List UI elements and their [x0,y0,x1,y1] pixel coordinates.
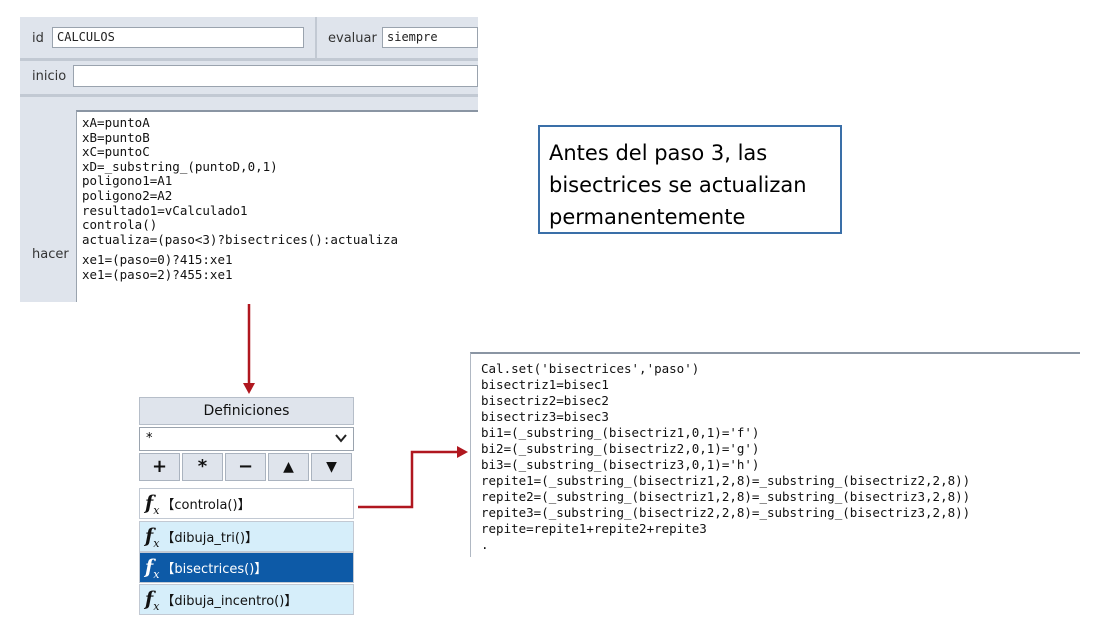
chevron-down-icon [335,432,347,446]
filter-value: * [146,431,153,446]
right-arrow-head [457,446,468,458]
definition-item-label: 【bisectrices()】 [161,562,268,577]
move-down-button[interactable]: ▼ [311,453,352,481]
definitions-filter-select[interactable]: * [139,427,354,451]
right-arrow-line [358,450,460,509]
function-icon: fx [145,525,160,550]
definitions-panel: Definiciones * + * − ▲ ▼ fx 【controla()】 … [138,395,356,620]
code-line: repite2=(_substring_(bisectriz1,2,8)=_su… [481,489,971,504]
function-icon: fx [145,556,160,581]
definition-item-label: 【dibuja_tri()】 [161,531,259,546]
copy-button[interactable]: * [182,453,223,481]
remove-button[interactable]: − [225,453,266,481]
add-button[interactable]: + [139,453,180,481]
definition-item-label: 【dibuja_incentro()】 [161,594,298,609]
definitions-toolbar: + * − ▲ ▼ [139,453,354,483]
code-line: bisectriz1=bisec1 [481,377,609,392]
code-line: bi1=(_substring_(bisectriz1,0,1)='f') [481,425,760,440]
code-line: bi3=(_substring_(bisectriz3,0,1)='h') [481,457,760,472]
definition-item-dibuja-incentro[interactable]: fx 【dibuja_incentro()】 [139,584,354,615]
definition-item-bisectrices[interactable]: fx 【bisectrices()】 [139,552,354,583]
code-line: repite3=(_substring_(bisectriz2,2,8)=_su… [481,505,971,520]
definition-item-dibuja-tri[interactable]: fx 【dibuja_tri()】 [139,521,354,552]
function-icon: fx [145,492,160,517]
code-line: . [481,537,489,552]
code-line: bi2=(_substring_(bisectriz2,0,1)='g') [481,441,760,456]
definition-item-controla[interactable]: fx 【controla()】 [139,488,354,519]
code-line: repite=repite1+repite2+repite3 [481,521,707,536]
code-line: bisectriz3=bisec3 [481,409,609,424]
down-arrow-head [243,383,255,394]
code-line: repite1=(_substring_(bisectriz1,2,8)=_su… [481,473,971,488]
function-code-editor[interactable]: Cal.set('bisectrices','paso') bisectriz1=… [470,352,1080,557]
code-line: Cal.set('bisectrices','paso') [481,361,700,376]
definition-item-label: 【controla()】 [161,498,251,513]
definitions-title: Definiciones [139,397,354,425]
function-icon: fx [145,588,160,613]
move-up-button[interactable]: ▲ [268,453,309,481]
code-line: bisectriz2=bisec2 [481,393,609,408]
